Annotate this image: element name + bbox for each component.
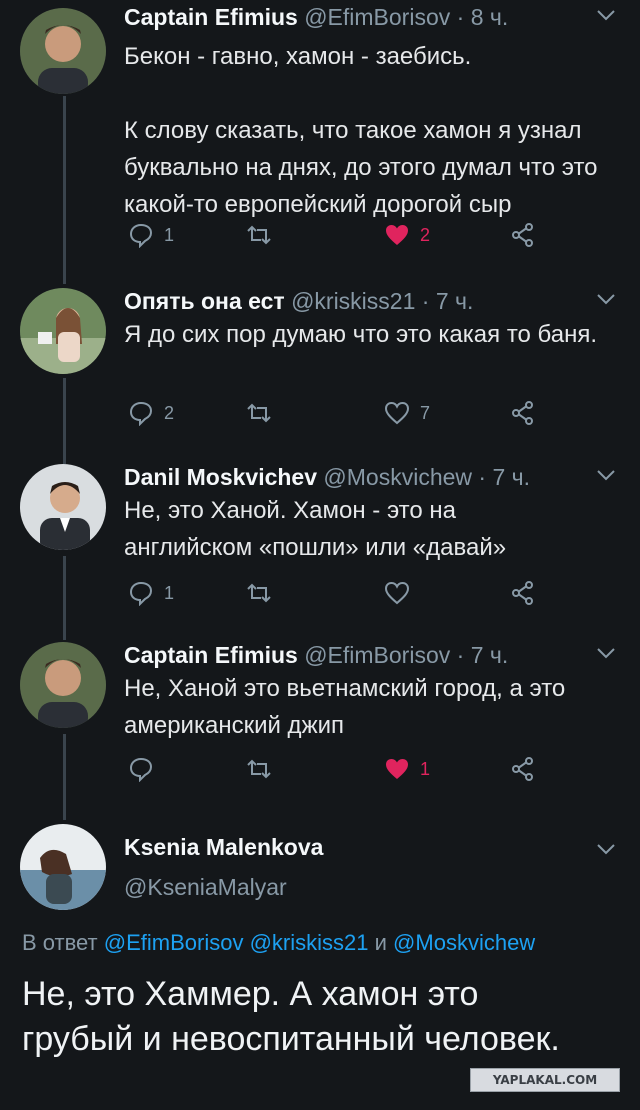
retweet-button[interactable]	[246, 398, 282, 428]
author-name[interactable]: Captain Efimius	[124, 642, 298, 668]
reply-icon	[129, 757, 153, 782]
tweet-text: Я до сих пор думаю что это какая то баня…	[124, 321, 598, 348]
author-name[interactable]: Captain Efimius	[124, 4, 298, 30]
heart-filled-icon	[386, 759, 408, 779]
reply-icon	[129, 401, 153, 426]
tweet-3[interactable]: Danil Moskvichev @Moskvichew · 7 ч. Не, …	[0, 460, 640, 632]
mention-link[interactable]: @kriskiss21	[250, 930, 369, 955]
avatar[interactable]	[20, 642, 106, 728]
author-handle[interactable]: @Moskvichew	[323, 464, 472, 490]
reply-count: 2	[164, 402, 175, 423]
like-button[interactable]	[384, 578, 420, 608]
tweet-1[interactable]: Captain Efimius @EfimBorisov · 8 ч. Беко…	[0, 0, 640, 280]
like-count: 2	[420, 224, 431, 245]
chevron-down-icon[interactable]	[596, 646, 616, 660]
retweet-icon	[247, 403, 271, 423]
like-count: 7	[420, 402, 431, 423]
tweet-time[interactable]: · 7 ч.	[478, 464, 530, 490]
heart-icon	[384, 401, 410, 425]
heart-icon	[384, 581, 410, 605]
watermark: YAPLAKAL.COM	[470, 1068, 620, 1092]
main-tweet-text: Не, это Хаммер. А хамон это грубый и нев…	[22, 975, 560, 1058]
tweet-time[interactable]: · 7 ч.	[422, 288, 474, 314]
tweet-actions: 1	[124, 754, 554, 784]
retweet-button[interactable]	[246, 578, 282, 608]
reply-icon	[129, 223, 153, 248]
share-button[interactable]	[510, 578, 536, 608]
author-handle[interactable]: @EfimBorisov	[304, 4, 450, 30]
avatar[interactable]	[20, 464, 106, 550]
tweet-actions: 1 2	[124, 220, 554, 250]
chevron-down-icon[interactable]	[596, 8, 616, 22]
tweet-time[interactable]: · 7 ч.	[457, 642, 509, 668]
reply-count: 1	[164, 582, 175, 603]
author-handle[interactable]: @EfimBorisov	[304, 642, 450, 668]
reply-button[interactable]	[128, 754, 164, 784]
avatar[interactable]	[20, 288, 106, 374]
tweet-time[interactable]: · 8 ч.	[457, 4, 509, 30]
chevron-down-icon[interactable]	[596, 468, 616, 482]
author-name[interactable]: Danil Moskvichev	[124, 464, 317, 490]
chevron-down-icon[interactable]	[596, 292, 616, 306]
like-count: 1	[420, 758, 431, 779]
reply-icon	[129, 581, 153, 606]
like-button[interactable]: 2	[384, 220, 430, 250]
main-tweet[interactable]: Ksenia Malenkova @KseniaMalyar	[0, 820, 640, 1110]
retweet-icon	[247, 225, 271, 245]
tweet-text: Не, это Ханой. Хамон - это на английском…	[124, 497, 507, 561]
chevron-down-icon[interactable]	[596, 842, 616, 856]
share-icon	[512, 223, 533, 247]
tweet-text: Не, Ханой это вьетнамский город, а это а…	[124, 675, 566, 739]
reply-prefix: В ответ	[22, 930, 98, 955]
avatar[interactable]	[20, 824, 106, 910]
author-name[interactable]: Опять она ест	[124, 288, 285, 314]
mention-link[interactable]: @Moskvichew	[393, 930, 535, 955]
share-icon	[512, 757, 533, 781]
heart-filled-icon	[386, 225, 408, 245]
share-button[interactable]	[510, 754, 536, 784]
tweet-actions: 2 7	[124, 398, 554, 428]
reply-conjunction: и	[374, 930, 387, 955]
retweet-button[interactable]	[246, 220, 282, 250]
like-button[interactable]: 7	[384, 398, 430, 428]
avatar[interactable]	[20, 8, 106, 94]
mention-link[interactable]: @EfimBorisov	[104, 930, 244, 955]
retweet-icon	[247, 583, 271, 603]
share-button[interactable]	[510, 220, 536, 250]
share-button[interactable]	[510, 398, 536, 428]
retweet-icon	[247, 759, 271, 779]
author-handle[interactable]: @KseniaMalyar	[124, 874, 287, 900]
author-handle[interactable]: @kriskiss21	[291, 288, 415, 314]
reply-button[interactable]: 1	[128, 220, 174, 250]
reply-button[interactable]: 2	[128, 398, 174, 428]
reply-context: В ответ @EfimBorisov @kriskiss21 и @Mosk…	[22, 930, 535, 956]
tweet-4[interactable]: Captain Efimius @EfimBorisov · 7 ч. Не, …	[0, 638, 640, 810]
like-button[interactable]: 1	[384, 754, 430, 784]
tweet-text: Бекон - гавно, хамон - заебись. К слову …	[124, 43, 598, 218]
reply-button[interactable]: 1	[128, 578, 174, 608]
author-name[interactable]: Ksenia Malenkova	[124, 834, 323, 860]
tweet-2[interactable]: Опять она ест @kriskiss21 · 7 ч. Я до си…	[0, 284, 640, 456]
reply-count: 1	[164, 224, 175, 245]
tweet-actions: 1	[124, 578, 554, 608]
share-icon	[512, 401, 533, 425]
retweet-button[interactable]	[246, 754, 282, 784]
share-icon	[512, 581, 533, 605]
